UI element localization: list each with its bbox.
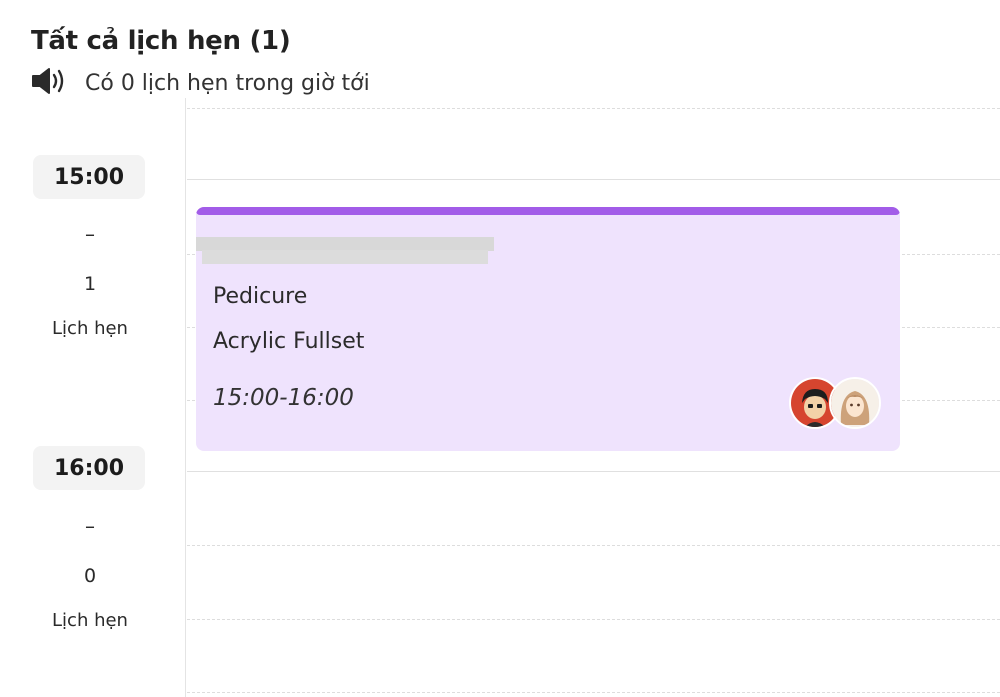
grid-line bbox=[187, 108, 1000, 109]
time-slot-dash: – bbox=[85, 222, 95, 246]
time-slot-dash: – bbox=[85, 514, 95, 538]
appointment-time: 15:00-16:00 bbox=[213, 385, 354, 411]
appointment-card[interactable]: Pedicure Acrylic Fullset 15:00-16:00 bbox=[196, 207, 900, 451]
appointment-accent-bar bbox=[196, 207, 900, 215]
grid-line bbox=[187, 692, 1000, 693]
page-title: Tất cả lịch hẹn (1) bbox=[31, 26, 291, 56]
grid-line bbox=[187, 471, 1000, 472]
customer-name-redacted bbox=[202, 250, 488, 264]
time-slot-label: 16:00 bbox=[33, 446, 145, 490]
upcoming-notice: Có 0 lịch hẹn trong giờ tới bbox=[31, 68, 370, 98]
service-name: Pedicure bbox=[213, 284, 308, 309]
calendar-divider bbox=[185, 98, 186, 697]
appointment-count-label: Lịch hẹn bbox=[52, 318, 128, 339]
appointment-count-label: Lịch hẹn bbox=[52, 610, 128, 631]
grid-line bbox=[187, 619, 1000, 620]
upcoming-notice-text: Có 0 lịch hẹn trong giờ tới bbox=[85, 70, 370, 96]
speaker-icon bbox=[31, 66, 67, 100]
grid-line bbox=[187, 545, 1000, 546]
grid-line bbox=[187, 179, 1000, 180]
customer-name-redacted bbox=[196, 237, 494, 251]
service-name: Acrylic Fullset bbox=[213, 329, 365, 354]
appointment-count: 0 bbox=[83, 565, 97, 587]
appointment-count: 1 bbox=[83, 273, 97, 295]
staff-avatar[interactable] bbox=[829, 377, 881, 429]
time-slot-label: 15:00 bbox=[33, 155, 145, 199]
